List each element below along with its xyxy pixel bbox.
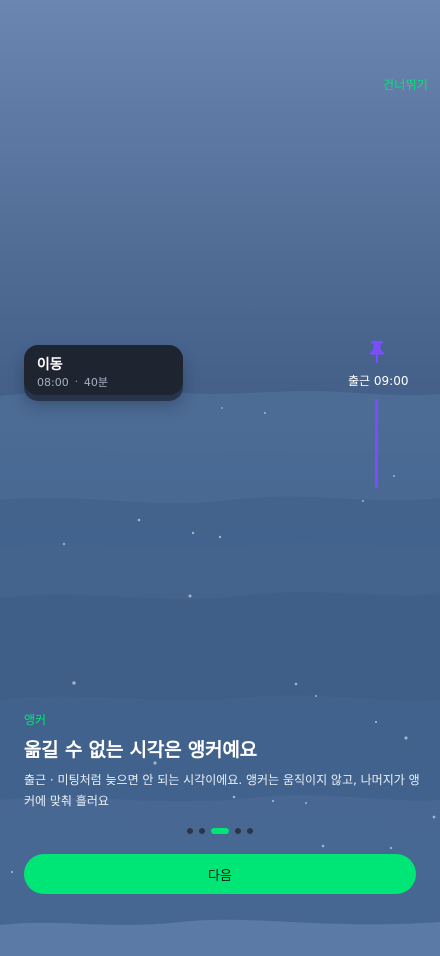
page-dot-1 bbox=[187, 828, 193, 834]
activity-meta: 08:00 · 40분 bbox=[37, 374, 108, 390]
next-button[interactable]: 다음 bbox=[24, 854, 416, 894]
page-description: 출근 · 미팅처럼 늦으면 안 되는 시각이에요. 앵커는 움직이지 않고, 나… bbox=[24, 773, 420, 808]
page-dot-4 bbox=[235, 828, 241, 834]
page-dot-2 bbox=[199, 828, 205, 834]
activity-time: 08:00 bbox=[37, 375, 69, 389]
page-dot-5 bbox=[247, 828, 253, 834]
page-dot-3-active bbox=[211, 828, 229, 834]
activity-card: 이동 08:00 · 40분 bbox=[24, 345, 183, 395]
activity-title: 이동 bbox=[37, 357, 63, 373]
pushpin-icon bbox=[370, 341, 384, 363]
page-title: 옮길 수 없는 시각은 앵커예요 bbox=[24, 739, 258, 761]
activity-separator: · bbox=[74, 376, 78, 388]
anchor-timeline-line bbox=[375, 399, 378, 488]
page-indicator bbox=[0, 827, 440, 835]
activity-duration: 40분 bbox=[83, 376, 109, 389]
background-waves bbox=[0, 389, 440, 956]
section-tag: 앵커 bbox=[24, 713, 47, 727]
skip-button[interactable]: 건너뛰기 bbox=[383, 76, 428, 93]
anchor-time-label: 출근 09:00 bbox=[348, 374, 409, 388]
